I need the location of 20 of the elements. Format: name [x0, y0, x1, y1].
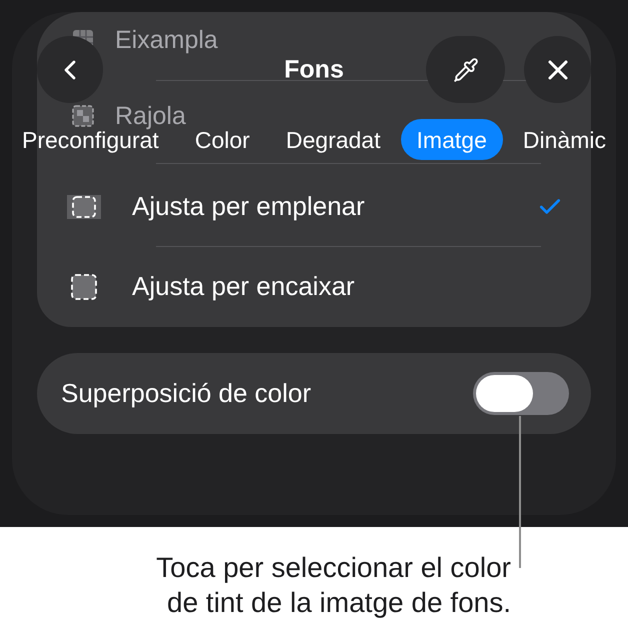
option-label: Ajusta per emplenar [132, 190, 365, 223]
fit-frame-icon [71, 274, 97, 300]
checkered-square-icon [72, 105, 94, 127]
option-row[interactable]: Ajusta per emplenar [37, 167, 591, 246]
option-label: Ajusta per encaixar [132, 270, 355, 303]
tab[interactable]: Preconfigurat [6, 128, 175, 150]
tab[interactable]: Degradat [270, 128, 396, 150]
tab[interactable]: Dinàmic [506, 128, 622, 150]
option-label: Eixampla [115, 28, 218, 52]
callout-text: Toca per seleccionar el color de tint de la imatge de fons. [155, 551, 512, 620]
toggle-label: Superposició de color [61, 377, 312, 410]
fill-frame-icon [67, 194, 101, 218]
option-label: Rajola [115, 104, 186, 128]
back-button[interactable] [37, 36, 103, 103]
option-row[interactable]: Ajusta per encaixar [37, 247, 591, 326]
eyedropper-icon [452, 56, 478, 82]
tab[interactable]: Imatge [400, 119, 503, 160]
panel-title: Fons [284, 54, 344, 86]
toggle-switch[interactable] [473, 372, 569, 415]
tab[interactable]: Color [178, 128, 266, 150]
